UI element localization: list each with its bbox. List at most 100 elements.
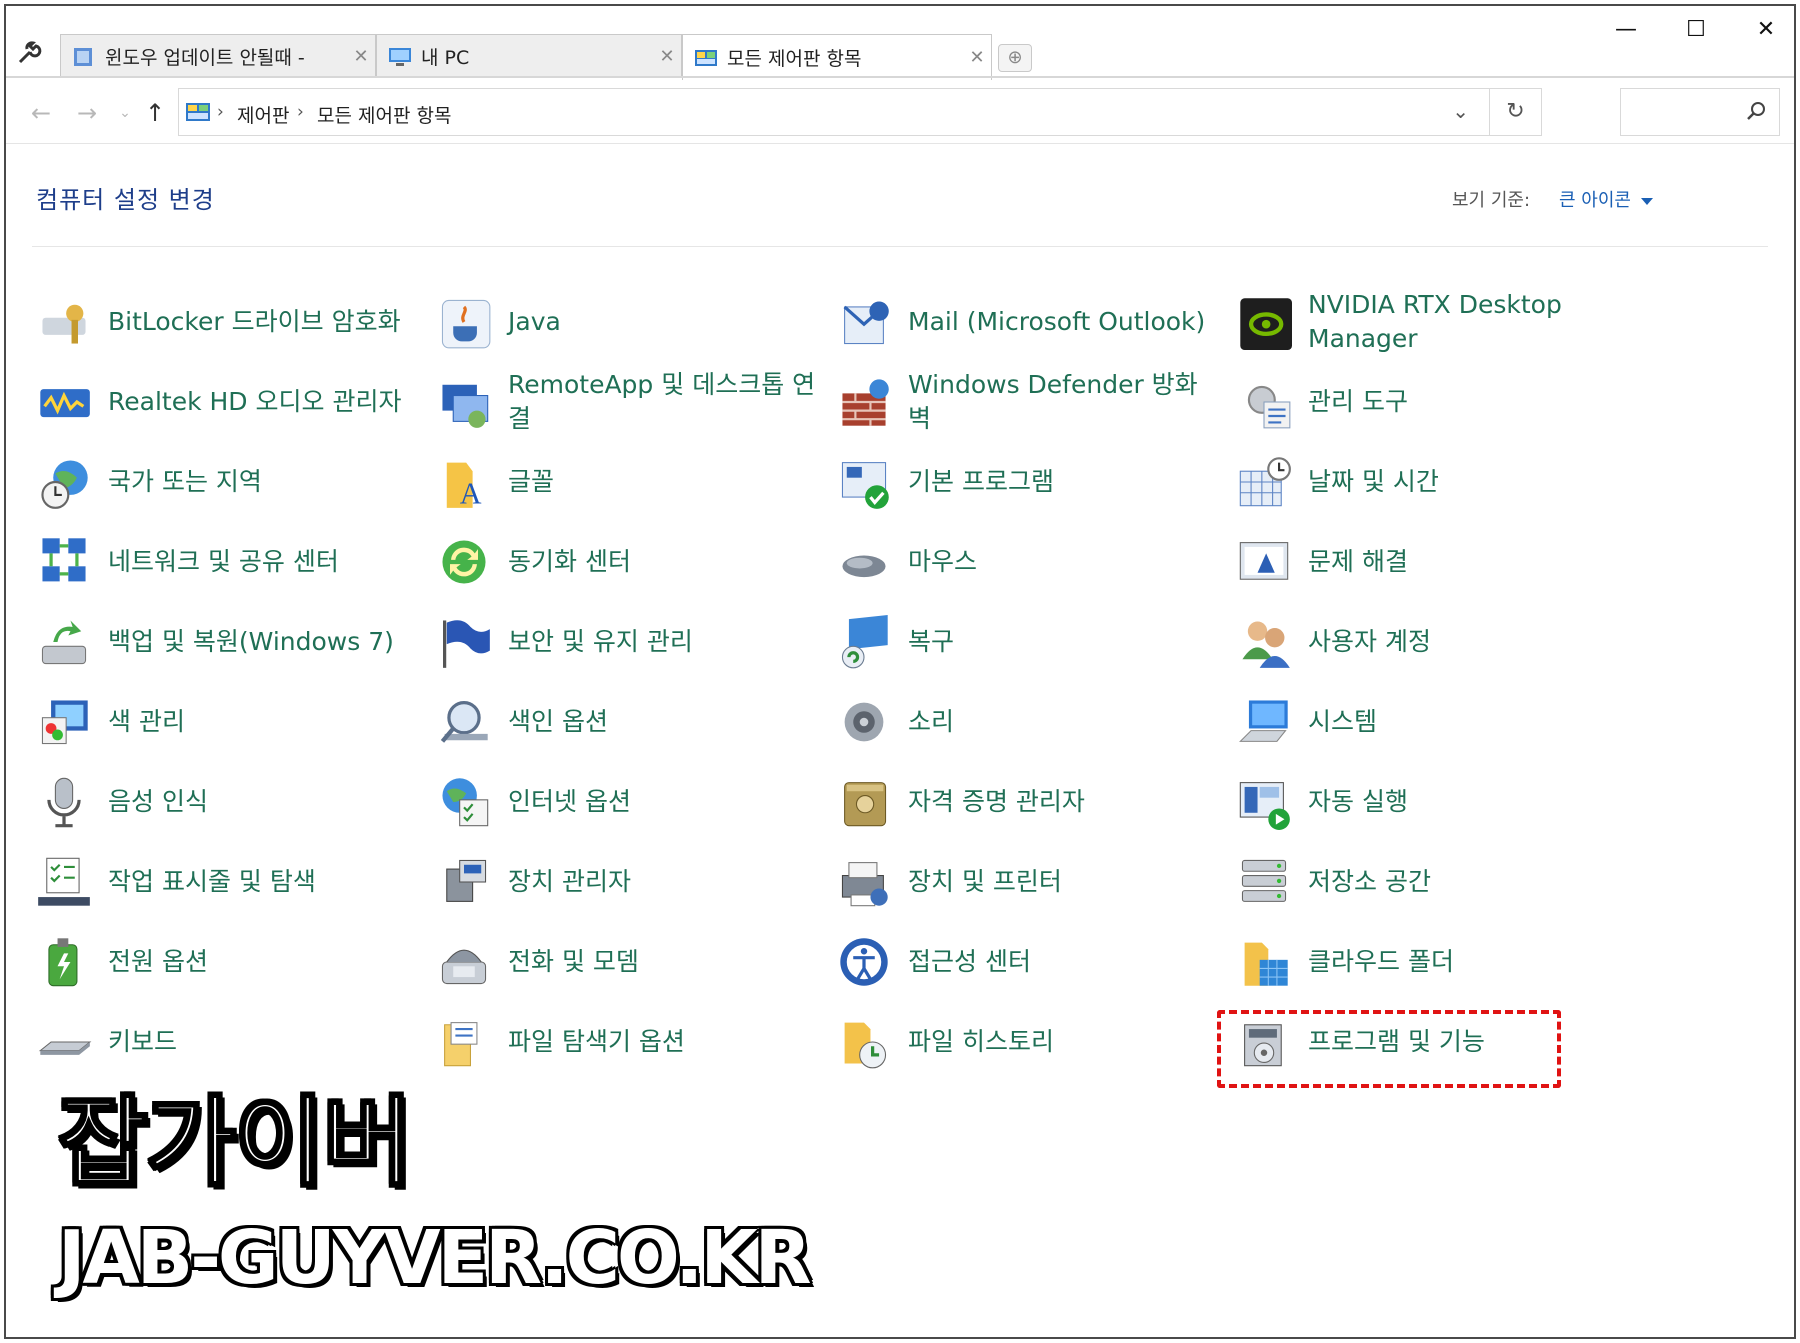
control-panel-item-sync[interactable]: 동기화 센터 xyxy=(436,526,836,598)
control-panel-item-java-cup[interactable]: Java xyxy=(436,286,836,358)
control-panel-item-remoteapp[interactable]: RemoteApp 및 데스크톱 연결 xyxy=(436,366,836,438)
control-panel-item-printer[interactable]: 장치 및 프린터 xyxy=(836,846,1236,918)
control-panel-item-ease-of-access[interactable]: 접근성 센터 xyxy=(836,926,1236,998)
control-panel-item-backup[interactable]: 백업 및 복원(Windows 7) xyxy=(36,606,436,678)
control-panel-item-bitlocker-key[interactable]: BitLocker 드라이브 암호화 xyxy=(36,286,436,358)
control-panel-item-label[interactable]: 관리 도구 xyxy=(1308,385,1618,419)
back-arrow-icon[interactable]: ← xyxy=(26,98,56,128)
new-tab-button[interactable]: ⊕ xyxy=(998,44,1032,72)
control-panel-item-label[interactable]: Mail (Microsoft Outlook) xyxy=(908,305,1218,339)
chevron-down-icon[interactable]: ⌄ xyxy=(1452,99,1469,123)
control-panel-item-label[interactable]: 키보드 xyxy=(108,1025,418,1059)
control-panel-item-label[interactable]: 작업 표시줄 및 탐색 xyxy=(108,865,418,899)
control-panel-item-font-folder[interactable]: A 글꼴 xyxy=(436,446,836,518)
control-panel-item-label[interactable]: Java xyxy=(508,305,818,339)
control-panel-item-credential-vault[interactable]: 자격 증명 관리자 xyxy=(836,766,1236,838)
forward-arrow-icon[interactable]: → xyxy=(72,98,102,128)
control-panel-item-label[interactable]: 문제 해결 xyxy=(1308,545,1618,579)
control-panel-item-autoplay[interactable]: 자동 실행 xyxy=(1236,766,1636,838)
control-panel-item-system[interactable]: 시스템 xyxy=(1236,686,1636,758)
search-input[interactable] xyxy=(1620,88,1780,136)
control-panel-item-firewall[interactable]: Windows Defender 방화벽 xyxy=(836,366,1236,438)
control-panel-item-label[interactable]: 장치 및 프린터 xyxy=(908,865,1218,899)
control-panel-item-storage-spaces[interactable]: 저장소 공간 xyxy=(1236,846,1636,918)
control-panel-item-label[interactable]: RemoteApp 및 데스크톱 연결 xyxy=(508,368,818,436)
breadcrumb-control-panel[interactable]: 제어판 xyxy=(237,101,289,128)
up-arrow-icon[interactable]: ↑ xyxy=(140,98,170,128)
control-panel-item-label[interactable]: 전원 옵션 xyxy=(108,945,418,979)
control-panel-item-keyboard[interactable]: 키보드 xyxy=(36,1006,436,1078)
address-bar[interactable]: › 제어판 › 모든 제어판 항목 ⌄ ↻ xyxy=(178,88,1542,136)
close-icon[interactable]: ✕ xyxy=(347,46,375,67)
control-panel-item-label[interactable]: 국가 또는 지역 xyxy=(108,465,418,499)
refresh-icon[interactable]: ↻ xyxy=(1489,89,1541,135)
control-panel-item-label[interactable]: 색인 옵션 xyxy=(508,705,818,739)
recent-locations-chevron-icon[interactable]: ⌄ xyxy=(110,98,140,128)
control-panel-item-indexing[interactable]: 색인 옵션 xyxy=(436,686,836,758)
control-panel-item-mail[interactable]: Mail (Microsoft Outlook) xyxy=(836,286,1236,358)
control-panel-item-label[interactable]: 전화 및 모뎀 xyxy=(508,945,818,979)
control-panel-item-label[interactable]: 접근성 센터 xyxy=(908,945,1218,979)
control-panel-item-label[interactable]: 마우스 xyxy=(908,545,1218,579)
control-panel-item-mouse[interactable]: 마우스 xyxy=(836,526,1236,598)
control-panel-item-nvidia[interactable]: NVIDIA RTX Desktop Manager xyxy=(1236,286,1636,358)
control-panel-item-color-management[interactable]: 색 관리 xyxy=(36,686,436,758)
breadcrumb-separator-icon[interactable]: › xyxy=(217,102,224,122)
minimize-button[interactable]: — xyxy=(1596,12,1656,48)
close-icon[interactable]: ✕ xyxy=(653,46,681,67)
control-panel-item-label[interactable]: BitLocker 드라이브 암호화 xyxy=(108,305,418,339)
control-panel-item-calendar-clock[interactable]: 날짜 및 시간 xyxy=(1236,446,1636,518)
control-panel-item-troubleshoot[interactable]: 문제 해결 xyxy=(1236,526,1636,598)
control-panel-item-label[interactable]: 인터넷 옵션 xyxy=(508,785,818,819)
control-panel-item-label[interactable]: 자격 증명 관리자 xyxy=(908,785,1218,819)
control-panel-item-users[interactable]: 사용자 계정 xyxy=(1236,606,1636,678)
control-panel-item-speaker[interactable]: 소리 xyxy=(836,686,1236,758)
control-panel-item-admin-tools[interactable]: 관리 도구 xyxy=(1236,366,1636,438)
control-panel-item-cloud-folder[interactable]: 클라우드 폴더 xyxy=(1236,926,1636,998)
control-panel-item-label[interactable]: 자동 실행 xyxy=(1308,785,1618,819)
control-panel-item-network[interactable]: 네트워크 및 공유 센터 xyxy=(36,526,436,598)
control-panel-item-label[interactable]: 파일 탐색기 옵션 xyxy=(508,1025,818,1059)
control-panel-item-label[interactable]: Realtek HD 오디오 관리자 xyxy=(108,385,418,419)
control-panel-item-label[interactable]: 동기화 센터 xyxy=(508,545,818,579)
control-panel-item-label[interactable]: Windows Defender 방화벽 xyxy=(908,368,1218,436)
control-panel-item-label[interactable]: 파일 히스토리 xyxy=(908,1025,1218,1059)
control-panel-item-label[interactable]: 백업 및 복원(Windows 7) xyxy=(108,625,418,659)
control-panel-item-recovery[interactable]: 복구 xyxy=(836,606,1236,678)
tab-control-panel[interactable]: 모든 제어판 항목 ✕ xyxy=(682,34,992,80)
control-panel-item-label[interactable]: 네트워크 및 공유 센터 xyxy=(108,545,418,579)
control-panel-item-label[interactable]: 음성 인식 xyxy=(108,785,418,819)
control-panel-item-label[interactable]: 사용자 계정 xyxy=(1308,625,1618,659)
control-panel-item-label[interactable]: 시스템 xyxy=(1308,705,1618,739)
control-panel-item-label[interactable]: 색 관리 xyxy=(108,705,418,739)
control-panel-item-label[interactable]: 기본 프로그램 xyxy=(908,465,1218,499)
control-panel-item-taskbar[interactable]: 작업 표시줄 및 탐색 xyxy=(36,846,436,918)
tab-blog[interactable]: 윈도우 업데이트 안될때 - ✕ xyxy=(60,34,376,78)
maximize-button[interactable]: ☐ xyxy=(1666,12,1726,48)
control-panel-item-label[interactable]: 보안 및 유지 관리 xyxy=(508,625,818,659)
close-button[interactable]: ✕ xyxy=(1736,12,1796,48)
control-panel-item-label[interactable]: 장치 관리자 xyxy=(508,865,818,899)
tab-this-pc[interactable]: 내 PC ✕ xyxy=(376,34,682,78)
control-panel-item-label[interactable]: 저장소 공간 xyxy=(1308,865,1618,899)
control-panel-item-globe-clock[interactable]: 국가 또는 지역 xyxy=(36,446,436,518)
control-panel-item-label[interactable]: 클라우드 폴더 xyxy=(1308,945,1618,979)
control-panel-item-flag[interactable]: 보안 및 유지 관리 xyxy=(436,606,836,678)
control-panel-item-microphone[interactable]: 음성 인식 xyxy=(36,766,436,838)
control-panel-item-phone-modem[interactable]: 전화 및 모뎀 xyxy=(436,926,836,998)
close-icon[interactable]: ✕ xyxy=(963,47,991,68)
control-panel-item-default-programs[interactable]: 기본 프로그램 xyxy=(836,446,1236,518)
control-panel-item-label[interactable]: NVIDIA RTX Desktop Manager xyxy=(1308,288,1618,356)
breadcrumb-all-items[interactable]: 모든 제어판 항목 xyxy=(317,101,451,128)
control-panel-item-internet-options[interactable]: 인터넷 옵션 xyxy=(436,766,836,838)
breadcrumb-separator-icon[interactable]: › xyxy=(297,102,304,122)
control-panel-item-label[interactable]: 날짜 및 시간 xyxy=(1308,465,1618,499)
control-panel-item-label[interactable]: 글꼴 xyxy=(508,465,818,499)
control-panel-item-device-manager[interactable]: 장치 관리자 xyxy=(436,846,836,918)
control-panel-item-power-battery[interactable]: 전원 옵션 xyxy=(36,926,436,998)
control-panel-item-folder-options[interactable]: 파일 탐색기 옵션 xyxy=(436,1006,836,1078)
control-panel-item-label[interactable]: 소리 xyxy=(908,705,1218,739)
control-panel-item-label[interactable]: 복구 xyxy=(908,625,1218,659)
control-panel-item-realtek-audio[interactable]: Realtek HD 오디오 관리자 xyxy=(36,366,436,438)
view-by-dropdown[interactable]: 큰 아이콘 xyxy=(1559,186,1653,212)
